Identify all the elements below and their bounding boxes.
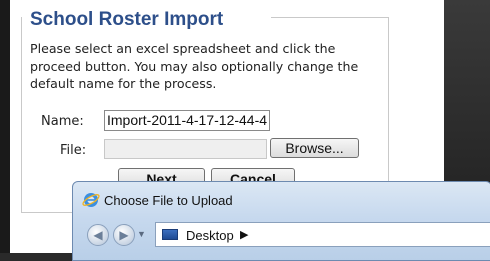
file-path-input[interactable] xyxy=(104,139,267,159)
forward-arrow-icon: ▶ xyxy=(119,228,129,242)
dialog-title: Choose File to Upload xyxy=(104,193,233,208)
address-location[interactable]: Desktop xyxy=(186,228,234,243)
instructions-text: Please select an excel spreadsheet and c… xyxy=(30,41,359,91)
page-left-edge xyxy=(0,0,10,253)
file-upload-dialog[interactable]: Choose File to Upload ◀ ▶ ▼ Desktop ▶ xyxy=(72,181,490,261)
forward-button[interactable]: ▶ xyxy=(113,224,135,246)
chevron-right-icon[interactable]: ▶ xyxy=(240,228,248,241)
browse-button[interactable]: Browse... xyxy=(270,138,359,158)
address-bar[interactable]: Desktop ▶ xyxy=(155,222,490,247)
name-input[interactable]: Import-2011-4-17-12-44-4 xyxy=(104,110,270,131)
fieldset-top-border xyxy=(271,17,389,18)
footer-divider xyxy=(21,212,69,213)
back-arrow-icon: ◀ xyxy=(93,228,103,242)
recent-locations-dropdown[interactable]: ▼ xyxy=(137,229,146,239)
file-label: File: xyxy=(60,143,87,158)
back-button[interactable]: ◀ xyxy=(87,224,109,246)
form-title: School Roster Import xyxy=(27,9,227,31)
name-label: Name: xyxy=(41,114,84,129)
ie-logo-icon xyxy=(82,193,100,207)
desktop-icon xyxy=(162,229,178,240)
